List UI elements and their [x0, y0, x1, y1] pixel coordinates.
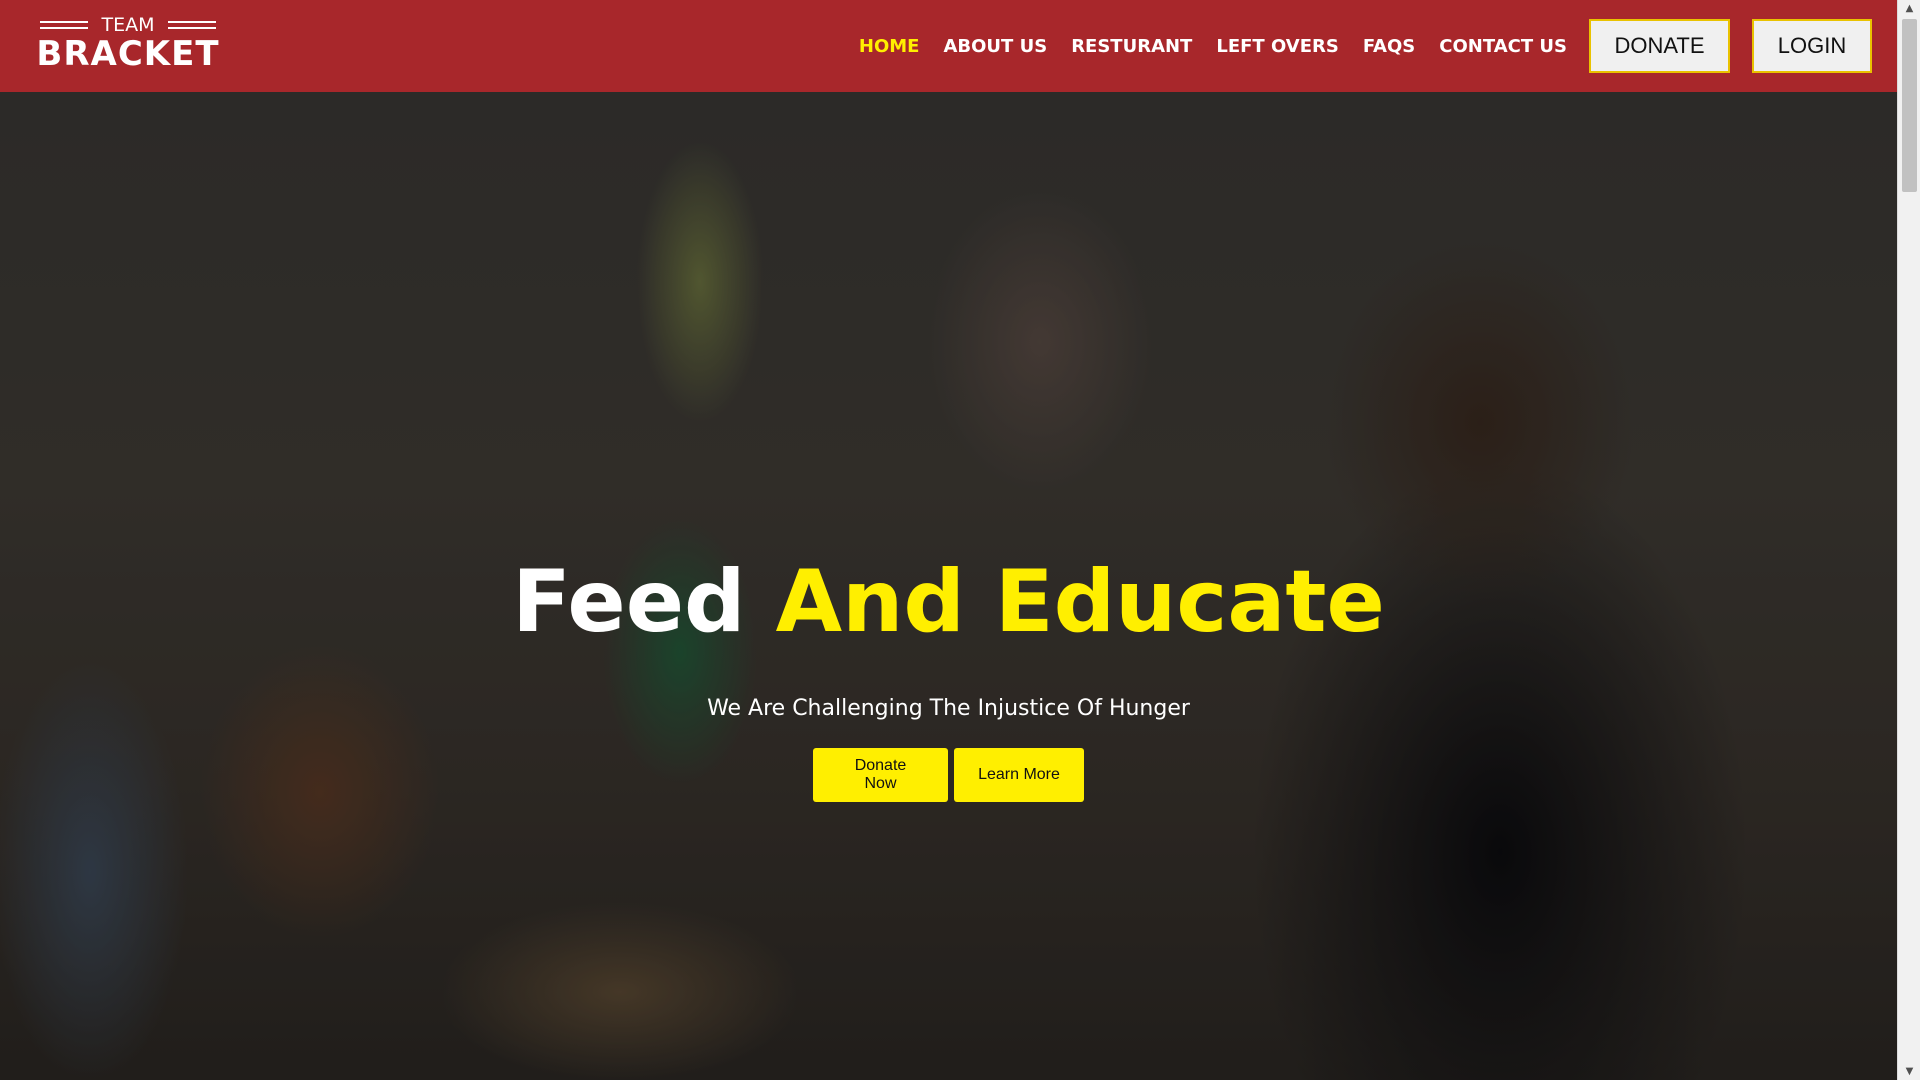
scrollbar-thumb[interactable]: [1902, 19, 1917, 192]
logo-line-left-2: [40, 27, 88, 29]
nav-link-about-us[interactable]: ABOUT US: [943, 36, 1047, 57]
hero-title: Feed And Educate: [0, 552, 1897, 652]
logo-line-right-1: [168, 21, 216, 23]
nav-link-contact-us[interactable]: CONTACT US: [1439, 36, 1567, 57]
hero-title-accent: And Educate: [775, 552, 1385, 652]
hero-buttons: Donate Now Learn More: [0, 748, 1897, 802]
hero-section: Feed And Educate We Are Challenging The …: [0, 92, 1897, 1080]
page-scrollbar[interactable]: ▲ ▼: [1897, 0, 1920, 1080]
nav-link-home[interactable]: HOME: [859, 36, 920, 57]
triangle-up-icon[interactable]: ▲: [1898, 0, 1920, 17]
team-bracket-logo[interactable]: TEAM BRACKET: [36, 14, 220, 74]
donate-now-button[interactable]: Donate Now: [813, 748, 948, 802]
logo-line-right-2: [168, 27, 216, 29]
logo-top-text: TEAM: [101, 14, 155, 36]
hero-subtitle: We Are Challenging The Injustice Of Hung…: [707, 696, 1190, 721]
nav-link-left-overs[interactable]: LEFT OVERS: [1216, 36, 1338, 57]
logo-main-text: BRACKET: [36, 34, 220, 74]
nav-link-resturant[interactable]: RESTURANT: [1071, 36, 1192, 57]
triangle-down-icon[interactable]: ▼: [1898, 1063, 1920, 1080]
logo-line-left-1: [40, 21, 88, 23]
learn-more-button[interactable]: Learn More: [954, 748, 1084, 802]
login-button[interactable]: LOGIN: [1752, 19, 1872, 73]
hero-title-plain: Feed: [512, 552, 746, 652]
nav-link-faqs[interactable]: FAQS: [1363, 36, 1415, 57]
logo-team-row: TEAM: [36, 14, 220, 36]
hero-content: Feed And Educate We Are Challenging The …: [0, 92, 1897, 1080]
navbar: TEAM BRACKET HOME ABOUT US RESTURANT LEF…: [0, 0, 1897, 92]
donate-button[interactable]: DONATE: [1589, 19, 1730, 73]
main-nav: HOME ABOUT US RESTURANT LEFT OVERS FAQS …: [859, 0, 1567, 92]
